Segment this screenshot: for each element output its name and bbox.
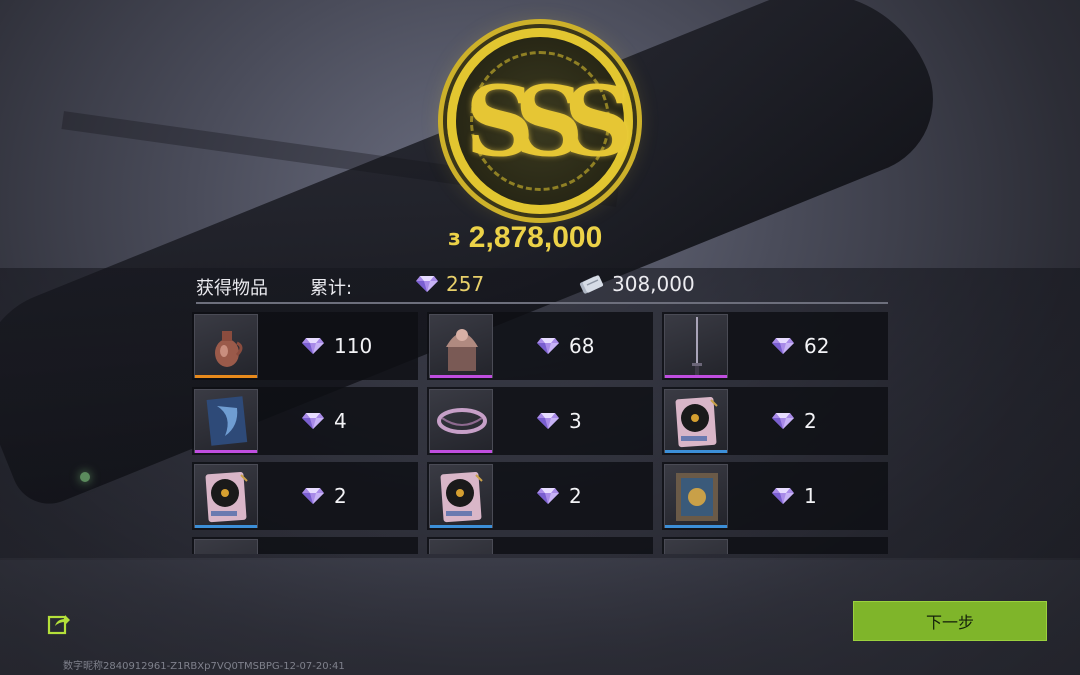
ss-coin-icon: SSS (447, 28, 633, 214)
reward-item-gem-count: 2 (804, 409, 817, 433)
diamond-icon (772, 338, 794, 354)
reward-item-gem-count: 4 (334, 409, 347, 433)
gem-total: 257 (416, 272, 484, 296)
diamond-icon (772, 413, 794, 429)
vinyl-record-icon (429, 464, 493, 528)
reward-item-gem-count: 110 (334, 334, 373, 358)
bracelet-icon (429, 389, 493, 453)
reward-item-gem-count: 2 (334, 484, 347, 508)
rewards-grid: 110 68 62 4 3 2 2 2 1 (192, 312, 888, 554)
framed-item-icon (194, 539, 258, 554)
reward-item-gem-count: 68 (569, 334, 595, 358)
reward-item-gems: 3 (537, 387, 582, 455)
cumulative-label: 累计: (310, 278, 353, 299)
reward-item-gem-count: 3 (569, 409, 582, 433)
framed-item-icon (429, 539, 493, 554)
reward-item[interactable]: 2 (662, 387, 888, 455)
diamond-icon (302, 488, 324, 504)
reward-item-partial[interactable] (662, 537, 888, 554)
diamond-icon (772, 488, 794, 504)
reward-total: з 2,878,000 (448, 218, 602, 258)
reward-item-gems: 110 (302, 312, 372, 380)
reward-item[interactable]: 2 (192, 462, 418, 530)
cash-stack-icon (579, 275, 604, 294)
reward-item-partial[interactable] (192, 537, 418, 554)
reward-item[interactable]: 3 (427, 387, 653, 455)
map-tablet-icon (194, 389, 258, 453)
share-icon[interactable] (47, 611, 71, 635)
reward-item-partial[interactable] (427, 537, 653, 554)
diamond-icon (302, 413, 324, 429)
cash-total-value: 308,000 (612, 272, 695, 296)
reward-item-gems: 2 (537, 462, 582, 530)
framed-painting-icon (664, 464, 728, 528)
vinyl-record-icon (194, 464, 258, 528)
reward-item-gem-count: 62 (804, 334, 830, 358)
gem-total-value: 257 (446, 272, 485, 296)
reward-item[interactable]: 110 (192, 312, 418, 380)
reward-item-gems: 62 (772, 312, 829, 380)
carved-seal-icon (429, 314, 493, 378)
vase-icon (194, 314, 258, 378)
vinyl-record-icon (664, 389, 728, 453)
reward-item-gem-count: 1 (804, 484, 817, 508)
sword-icon (664, 314, 728, 378)
watermark-text: 数字昵称2840912961-Z1RBXp7VQ0TMSBPG-12-07-20… (63, 661, 345, 672)
reward-item[interactable]: 2 (427, 462, 653, 530)
diamond-icon (302, 338, 324, 354)
obtained-items-label: 获得物品 (196, 278, 268, 299)
reward-item[interactable]: 62 (662, 312, 888, 380)
next-step-button[interactable]: 下一步 (853, 601, 1047, 641)
diamond-icon (416, 276, 438, 292)
reward-item[interactable]: 4 (192, 387, 418, 455)
rewards-header: 获得物品 累计: 257 308,000 (196, 270, 888, 304)
reward-item[interactable]: 1 (662, 462, 888, 530)
reward-item-gems: 2 (772, 387, 817, 455)
diamond-icon (537, 413, 559, 429)
reward-item-gems: 2 (302, 462, 347, 530)
reward-item-gems: 68 (537, 312, 594, 380)
background-green-light (80, 472, 90, 482)
framed-item-icon (664, 539, 728, 554)
reward-item-gem-count: 2 (569, 484, 582, 508)
reward-item[interactable]: 68 (427, 312, 653, 380)
reward-currency-glyph: з (448, 225, 461, 251)
reward-total-value: 2,878,000 (468, 221, 603, 254)
diamond-icon (537, 338, 559, 354)
diamond-icon (537, 488, 559, 504)
reward-item-gems: 1 (772, 462, 817, 530)
reward-item-gems: 4 (302, 387, 347, 455)
cash-total: 308,000 (578, 272, 695, 296)
